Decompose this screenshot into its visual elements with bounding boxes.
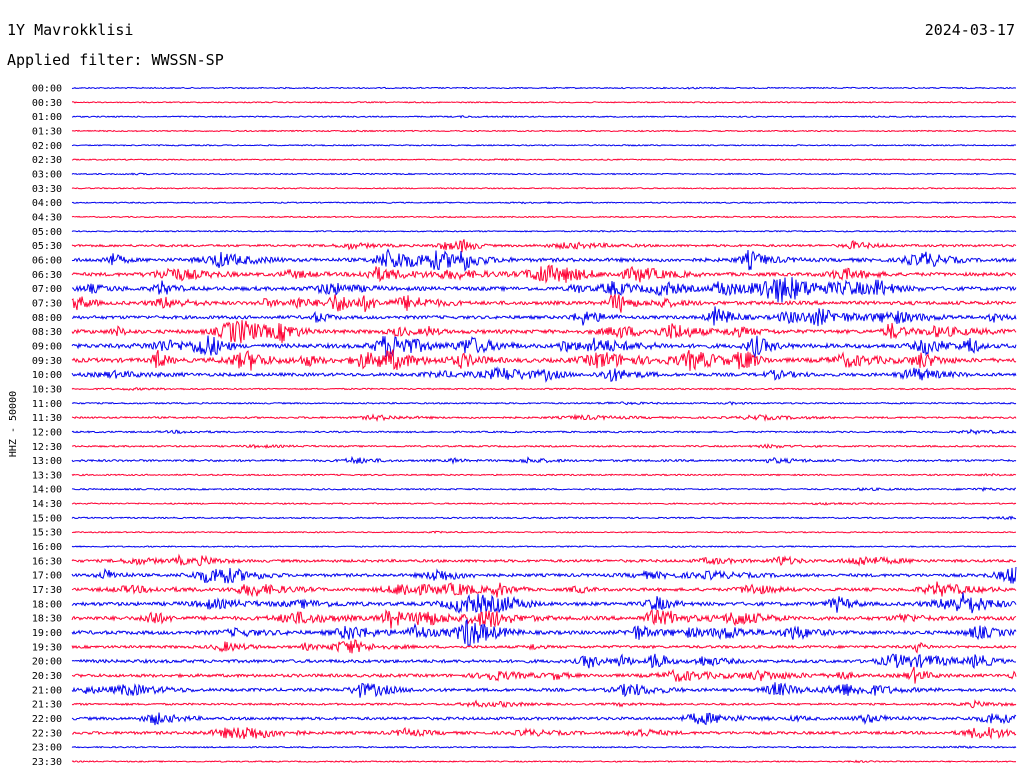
trace-line xyxy=(71,401,1017,406)
trace-line xyxy=(71,455,1017,465)
time-tick-label: 13:00 xyxy=(32,456,62,467)
time-tick-label: 14:00 xyxy=(32,485,62,496)
time-tick-label: 02:30 xyxy=(32,155,62,166)
trace-line xyxy=(71,306,1017,327)
time-tick-label: 19:00 xyxy=(32,628,62,639)
time-tick-label: 05:30 xyxy=(32,241,62,252)
trace-line xyxy=(71,653,1016,670)
trace-line xyxy=(71,592,1017,614)
time-tick-label: 12:30 xyxy=(32,442,62,453)
time-tick-label: 10:30 xyxy=(32,384,62,395)
trace-line xyxy=(71,566,1017,584)
time-tick-label: 01:30 xyxy=(32,126,62,137)
time-tick-label: 20:30 xyxy=(32,671,62,682)
time-tick-label: 09:30 xyxy=(32,356,62,367)
time-tick-label: 10:00 xyxy=(32,370,62,381)
time-tick-label: 22:30 xyxy=(32,728,62,739)
trace-line xyxy=(71,712,1017,726)
time-tick-label: 12:00 xyxy=(32,427,62,438)
time-tick-label: 18:00 xyxy=(32,599,62,610)
time-tick-label: 09:00 xyxy=(32,341,62,352)
trace-line xyxy=(71,86,1016,90)
trace-line xyxy=(71,619,1017,647)
trace-line xyxy=(71,443,1017,450)
time-tick-label: 06:30 xyxy=(32,270,62,281)
trace-line xyxy=(71,115,1017,119)
y-axis-label: HHZ - 50000 xyxy=(8,391,19,457)
helicorder-plot: HHZ - 50000 00:00 00:30 01:00 01:30 02:00 02:… xyxy=(8,84,1017,768)
trace-line xyxy=(71,129,1017,133)
trace-line xyxy=(71,682,1017,698)
trace-line xyxy=(71,349,1017,371)
trace-line xyxy=(71,609,1017,629)
trace-line xyxy=(71,387,1017,391)
time-tick-label: 00:00 xyxy=(32,84,62,95)
time-tick-label: 03:00 xyxy=(32,169,62,180)
trace-line xyxy=(71,530,1017,534)
trace-line xyxy=(71,335,1017,358)
trace-line xyxy=(71,545,1017,549)
time-tick-label: 17:00 xyxy=(32,571,62,582)
trace-line xyxy=(71,759,1017,764)
time-tick-label: 21:30 xyxy=(32,700,62,711)
time-tick-label: 04:30 xyxy=(32,212,62,223)
trace-line xyxy=(71,473,1017,477)
trace-line xyxy=(71,366,1017,383)
time-tick-label: 07:00 xyxy=(32,284,62,295)
time-tick-label: 20:00 xyxy=(32,657,62,668)
trace-line xyxy=(71,248,1017,272)
time-tick-label: 02:00 xyxy=(32,141,62,152)
trace-line xyxy=(71,428,1017,436)
trace-line xyxy=(71,515,1017,521)
trace-line xyxy=(71,486,1016,493)
trace-line xyxy=(71,413,1017,423)
trace-line xyxy=(72,277,1017,303)
time-tick-label: 17:30 xyxy=(32,585,62,596)
time-tick-label: 23:30 xyxy=(32,757,62,768)
trace-line xyxy=(71,201,1017,205)
time-tick-label: 00:30 xyxy=(32,98,62,109)
time-tick-label: 07:30 xyxy=(32,298,62,309)
trace-line xyxy=(71,639,1017,654)
time-tick-label: 15:00 xyxy=(32,513,62,524)
time-tick-label: 06:00 xyxy=(32,255,62,266)
trace-line xyxy=(71,666,1017,684)
time-tick-label: 16:00 xyxy=(32,542,62,553)
time-tick-label: 13:30 xyxy=(32,470,62,481)
time-tick-label: 21:00 xyxy=(32,685,62,696)
time-tick-label: 18:30 xyxy=(32,614,62,625)
time-tick-label: 19:30 xyxy=(32,642,62,653)
trace-line xyxy=(71,101,1016,104)
time-tick-label: 04:00 xyxy=(32,198,62,209)
trace-line xyxy=(71,293,1017,313)
trace-line xyxy=(71,239,1017,253)
time-tick-label: 14:30 xyxy=(32,499,62,510)
trace-line xyxy=(71,699,1017,709)
time-tick-label: 15:30 xyxy=(32,528,62,539)
trace-line xyxy=(71,745,1017,749)
trace-line xyxy=(71,144,1017,147)
time-tick-label: 05:00 xyxy=(32,227,62,238)
trace-line xyxy=(71,553,1017,567)
time-tick-label: 11:30 xyxy=(32,413,62,424)
trace-line xyxy=(71,172,1017,176)
time-tick-label: 23:00 xyxy=(32,743,62,754)
time-tick-label: 08:00 xyxy=(32,313,62,324)
time-tick-label: 16:30 xyxy=(32,556,62,567)
trace-line xyxy=(71,501,1017,506)
time-tick-label: 22:00 xyxy=(32,714,62,725)
time-tick-label: 03:30 xyxy=(32,184,62,195)
trace-line xyxy=(72,726,1017,740)
trace-line xyxy=(71,229,1017,233)
trace-line xyxy=(71,215,1017,219)
time-tick-label: 11:00 xyxy=(32,399,62,410)
trace-line xyxy=(71,264,1016,284)
time-tick-label: 08:30 xyxy=(32,327,62,338)
trace-line xyxy=(71,187,1017,190)
trace-line xyxy=(71,158,1017,161)
time-tick-label: 01:00 xyxy=(32,112,62,123)
trace-line xyxy=(71,581,1017,598)
